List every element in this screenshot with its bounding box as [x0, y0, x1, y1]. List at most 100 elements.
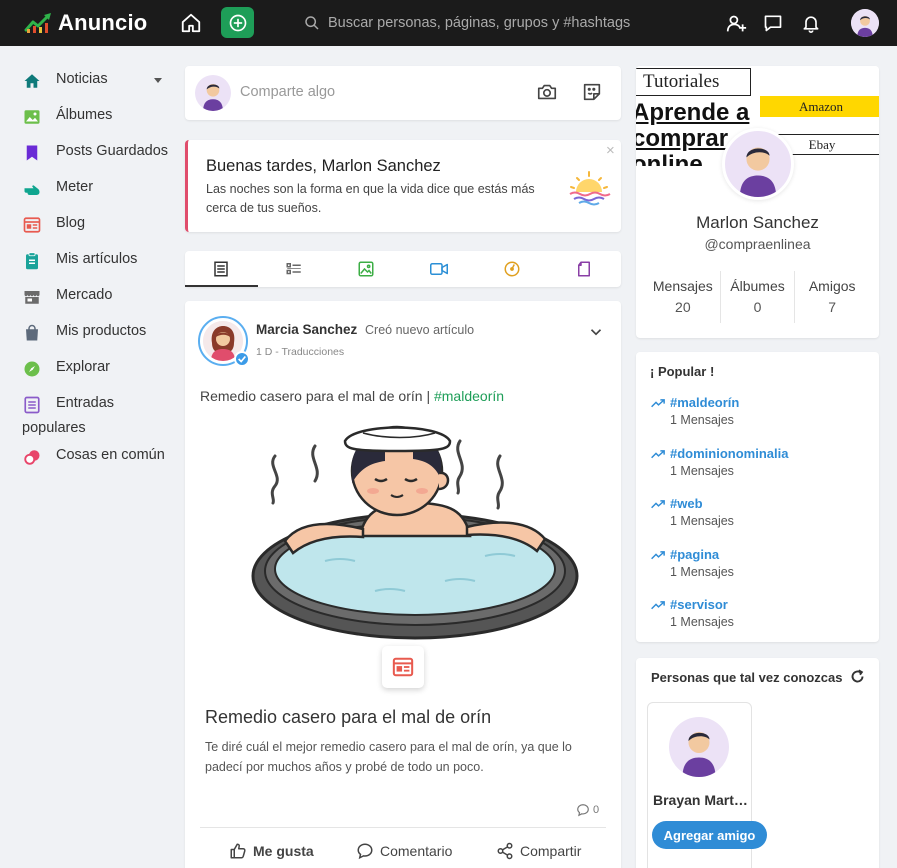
popular-item[interactable]: #dominionominalia 1 Mensajes	[651, 446, 788, 478]
logo[interactable]: Anuncio	[24, 10, 147, 36]
comment-count[interactable]: 0	[576, 803, 599, 817]
search-bar[interactable]	[304, 11, 684, 35]
avatar-man-icon	[851, 9, 879, 37]
sidebar-item-explorar[interactable]: Explorar	[22, 350, 172, 386]
sidebar-item-cosas-en-comun[interactable]: Cosas en común	[22, 438, 172, 474]
comment-count-value: 0	[593, 804, 600, 816]
profile-stats: Mensajes 20 Álbumes 0 Amigos 7	[646, 271, 869, 323]
comment-button[interactable]: Comentario	[356, 842, 452, 860]
stat-label: Álbumes	[730, 278, 785, 294]
article-title[interactable]: Remedio casero para el mal de orín	[205, 707, 491, 728]
sidebar-item-posts-guardados[interactable]: Posts Guardados	[22, 134, 172, 170]
suggestion-name[interactable]: Brayan Martinez	[653, 792, 748, 808]
refresh-button[interactable]	[850, 669, 866, 685]
popular-tag-label: #maldeorín	[670, 395, 740, 410]
article-badge	[382, 646, 424, 688]
sidebar-item-label: Noticias	[56, 71, 108, 87]
image-icon	[358, 261, 374, 277]
popular-item[interactable]: #maldeorín 1 Mensajes	[651, 395, 739, 427]
blog-icon	[22, 215, 42, 235]
post-author-avatar[interactable]	[198, 316, 250, 367]
bell-icon	[803, 16, 819, 33]
popular-tag-label: #pagina	[670, 547, 720, 562]
popular-tag[interactable]: #dominionominalia	[651, 446, 788, 461]
post-text: Remedio casero para el mal de orín | #ma…	[200, 388, 504, 404]
camera-icon	[537, 84, 557, 100]
music-disc-icon	[504, 261, 520, 277]
avatar-man-icon	[682, 732, 716, 777]
popular-tag[interactable]: #servisor	[651, 597, 734, 612]
friend-requests-button[interactable]	[724, 11, 748, 35]
profile-username: @compraenlinea	[704, 236, 811, 252]
common-things-icon	[22, 447, 42, 467]
stat-value: 7	[828, 299, 837, 315]
suggestion-card[interactable]: Brayan Martinez Agregar amigo	[647, 702, 767, 868]
sidebar-item-noticias[interactable]: Noticias	[22, 62, 172, 98]
refresh-icon	[851, 669, 864, 683]
tab-audio[interactable]	[475, 251, 548, 287]
sidebar-item-meter[interactable]: Meter	[22, 170, 172, 206]
sidebar-item-label: Explorar	[56, 359, 110, 375]
sidebar-item-albumes[interactable]: Álbumes	[22, 98, 172, 134]
comment-label: Comentario	[380, 843, 453, 859]
post-menu-button[interactable]	[587, 323, 605, 341]
profile-name[interactable]: Marlon Sanchez	[636, 213, 879, 233]
suggestion-avatar[interactable]	[669, 717, 729, 777]
sidebar-item-label: Álbumes	[56, 107, 113, 123]
like-button[interactable]: Me gusta	[229, 842, 314, 860]
post-illustration[interactable]	[245, 411, 585, 671]
sticker-button[interactable]	[581, 81, 605, 105]
popular-item[interactable]: #servisor 1 Mensajes	[651, 597, 734, 629]
post-author-name[interactable]: Marcia Sanchez	[256, 322, 357, 337]
newspaper-icon	[214, 261, 229, 277]
sidebar-item-mis-productos[interactable]: Mis productos	[22, 314, 172, 350]
stat-mensajes[interactable]: Mensajes 20	[646, 271, 721, 323]
photo-button[interactable]	[536, 81, 560, 105]
sidebar-item-label: Mis productos	[56, 323, 147, 339]
comment-icon	[357, 843, 373, 860]
post-hashtag[interactable]: #maldeorín	[434, 388, 504, 404]
profile-avatar[interactable]	[722, 128, 794, 200]
chevron-down-icon[interactable]	[154, 78, 162, 83]
messages-button[interactable]	[761, 11, 785, 35]
close-icon[interactable]: ×	[606, 142, 615, 159]
popular-count: 1 Mensajes	[670, 615, 734, 629]
stat-amigos[interactable]: Amigos 7	[795, 271, 869, 323]
like-label: Me gusta	[253, 843, 314, 859]
sidebar-item-label: Meter	[56, 179, 94, 195]
trending-up-icon	[651, 398, 665, 407]
sidebar-item-label: Cosas en común	[56, 447, 165, 463]
greeting-message: Las noches son la forma en que la vida d…	[206, 182, 535, 215]
create-button[interactable]	[221, 7, 254, 38]
add-friend-button[interactable]: Agregar amigo	[652, 821, 767, 849]
popular-tag[interactable]: #web	[651, 496, 734, 511]
user-avatar[interactable]	[851, 9, 879, 37]
share-button[interactable]: Compartir	[496, 842, 581, 860]
stat-value: 0	[753, 299, 762, 315]
tab-videos[interactable]	[403, 251, 476, 287]
bookmark-icon	[22, 143, 42, 163]
popular-tag[interactable]: #maldeorín	[651, 395, 739, 410]
tab-all[interactable]	[185, 251, 258, 287]
home-button[interactable]	[178, 10, 204, 36]
popular-count: 1 Mensajes	[670, 565, 734, 579]
tab-photos[interactable]	[330, 251, 403, 287]
popular-item[interactable]: #pagina 1 Mensajes	[651, 547, 734, 579]
sidebar-item-label: Posts Guardados	[56, 143, 169, 159]
chevron-down-icon	[590, 329, 602, 336]
sidebar-item-mercado[interactable]: Mercado	[22, 278, 172, 314]
compass-icon	[22, 359, 42, 379]
sidebar-item-mis-articulos[interactable]: Mis artículos	[22, 242, 172, 278]
search-input[interactable]	[328, 15, 668, 31]
popular-tag[interactable]: #pagina	[651, 547, 734, 562]
sidebar-item-blog[interactable]: Blog	[22, 206, 172, 242]
chat-icon	[764, 15, 782, 32]
share-input[interactable]: Comparte algo	[240, 84, 335, 100]
greeting-card: Buenas tardes, Marlon Sanchez Las noches…	[185, 140, 621, 232]
popular-item[interactable]: #web 1 Mensajes	[651, 496, 734, 528]
tab-text[interactable]	[258, 251, 331, 287]
notifications-button[interactable]	[799, 11, 823, 35]
tab-files[interactable]	[548, 251, 621, 287]
stat-albumes[interactable]: Álbumes 0	[721, 271, 796, 323]
share-label: Compartir	[520, 843, 582, 859]
